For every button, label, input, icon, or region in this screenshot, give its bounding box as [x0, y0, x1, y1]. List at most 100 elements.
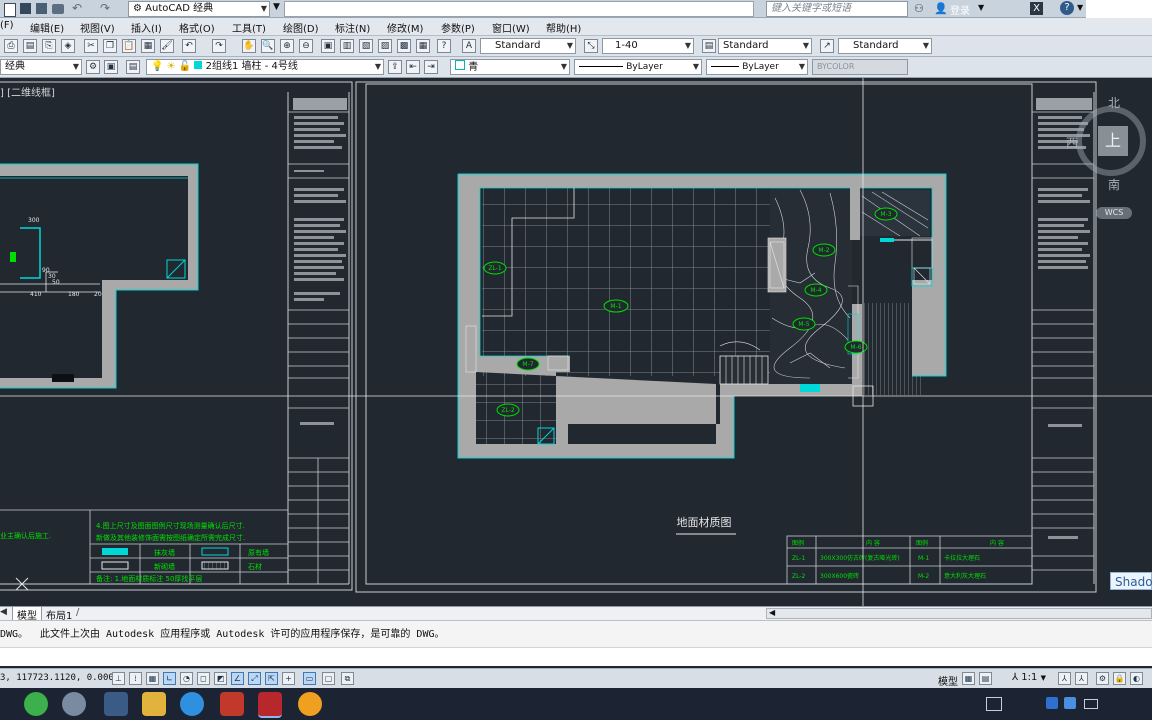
- properties-icon[interactable]: ▣: [321, 39, 335, 53]
- keyboard-icon[interactable]: [1084, 699, 1098, 709]
- media-icon[interactable]: [298, 692, 322, 716]
- annotation-visibility-icon[interactable]: ⅄: [1058, 672, 1071, 685]
- menu-tools[interactable]: 工具(T): [232, 20, 266, 35]
- menu-window[interactable]: 窗口(W): [492, 20, 530, 35]
- tab-nav-arrows[interactable]: ◀: [0, 607, 7, 617]
- workspace-settings-icon[interactable]: ▣: [104, 60, 118, 74]
- transparency-icon[interactable]: ▭: [303, 672, 316, 685]
- publish-icon[interactable]: ⎘: [42, 39, 56, 53]
- pan-icon[interactable]: ✋: [242, 39, 256, 53]
- design-center-icon[interactable]: ▥: [340, 39, 354, 53]
- dim-style-icon[interactable]: ⤡: [584, 39, 598, 53]
- plot-icon[interactable]: ⎙: [4, 39, 18, 53]
- redo-icon[interactable]: ↷: [212, 39, 226, 53]
- lineweight-icon[interactable]: +: [282, 672, 295, 685]
- redo-icon[interactable]: ↷: [100, 1, 110, 15]
- object-snap-icon[interactable]: ◻: [197, 672, 210, 685]
- folder-icon[interactable]: [142, 692, 166, 716]
- horizontal-scrollbar[interactable]: ◀: [766, 608, 1152, 619]
- viewcube[interactable]: 上 北 西 南: [1066, 92, 1152, 202]
- isolate-objects-icon[interactable]: ◐: [1130, 672, 1143, 685]
- wcs-menu[interactable]: WCS: [1096, 207, 1132, 219]
- workspace-short-select[interactable]: 经典 ▼: [0, 59, 82, 75]
- menu-modify[interactable]: 修改(M): [387, 20, 423, 35]
- help-icon[interactable]: ?: [437, 39, 451, 53]
- chevron-down-icon[interactable]: ▼: [978, 3, 984, 12]
- menu-dimension[interactable]: 标注(N): [335, 20, 370, 35]
- menu-insert[interactable]: 插入(I): [131, 20, 162, 35]
- compass-west[interactable]: 西: [1066, 134, 1078, 151]
- sheet-set-icon[interactable]: ▨: [378, 39, 392, 53]
- quick-view-layouts-icon[interactable]: ▦: [962, 672, 975, 685]
- copy-icon[interactable]: ❐: [103, 39, 117, 53]
- qat-menu-icon[interactable]: ▼: [273, 2, 280, 12]
- app-icon[interactable]: [62, 692, 86, 716]
- cut-icon[interactable]: ✂: [84, 39, 98, 53]
- save-as-icon[interactable]: [36, 3, 47, 14]
- grid-display-icon[interactable]: ▦: [146, 672, 159, 685]
- tray-icon[interactable]: [1046, 697, 1058, 709]
- menu-draw[interactable]: 绘图(D): [283, 20, 319, 35]
- multileader-style-select[interactable]: Standard ▼: [838, 38, 932, 54]
- infer-constraints-icon[interactable]: ⊥: [112, 672, 125, 685]
- drawing-area[interactable]: ] [二维线框] 300 410 180 30 90 20 50 业主确认后施工…: [0, 78, 1152, 606]
- undo-icon[interactable]: ↶: [182, 39, 196, 53]
- model-space-toggle[interactable]: 模型: [938, 673, 958, 688]
- color-select[interactable]: 青 ▼: [450, 59, 570, 75]
- lock-ui-icon[interactable]: 🔒: [1113, 672, 1126, 685]
- lineweight-select[interactable]: ByLayer ▼: [706, 59, 808, 75]
- coordinates-readout[interactable]: 3, 117723.1120, 0.0000: [0, 673, 119, 683]
- user-icon[interactable]: 👤: [934, 2, 948, 15]
- quick-view-drawings-icon[interactable]: ▤: [979, 672, 992, 685]
- quick-properties-icon[interactable]: ▢: [322, 672, 335, 685]
- table-style-icon[interactable]: ▤: [702, 39, 716, 53]
- workspace-select[interactable]: ⚙ AutoCAD 经典 ▼: [128, 1, 270, 17]
- text-style-icon[interactable]: A: [462, 39, 476, 53]
- notification-icon[interactable]: [986, 697, 1002, 711]
- zoom-previous-icon[interactable]: ⊖: [299, 39, 313, 53]
- auto-scale-icon[interactable]: ⅄: [1075, 672, 1088, 685]
- compass-north[interactable]: 北: [1108, 94, 1120, 111]
- search-input[interactable]: 键入关键字或短语: [766, 1, 908, 17]
- dynamic-input-icon[interactable]: ⇱: [265, 672, 278, 685]
- text-style-select[interactable]: Standard ▼: [480, 38, 576, 54]
- paste-icon[interactable]: 📋: [122, 39, 136, 53]
- layer-properties-icon[interactable]: ▤: [126, 60, 140, 74]
- dynamic-ucs-icon[interactable]: ⤢: [248, 672, 261, 685]
- 3d-print-icon[interactable]: ◈: [61, 39, 75, 53]
- paste-special-icon[interactable]: ▦: [141, 39, 155, 53]
- binoculars-icon[interactable]: ⚇: [914, 2, 924, 15]
- new-file-icon[interactable]: [4, 3, 16, 17]
- compass-south[interactable]: 南: [1108, 176, 1120, 193]
- save-icon[interactable]: [20, 3, 31, 14]
- tray-icon[interactable]: [1064, 697, 1076, 709]
- dim-style-select[interactable]: 1-40 ▼: [602, 38, 694, 54]
- object-snap-tracking-icon[interactable]: ∠: [231, 672, 244, 685]
- zoom-window-icon[interactable]: ⊕: [280, 39, 294, 53]
- browser-icon[interactable]: [24, 692, 48, 716]
- menu-file[interactable]: (F): [0, 20, 14, 31]
- annotation-scale[interactable]: ⅄ 1:1 ▼: [1012, 672, 1046, 683]
- zoom-realtime-icon[interactable]: 🔍: [261, 39, 275, 53]
- menu-help[interactable]: 帮助(H): [546, 20, 581, 35]
- layer-select[interactable]: 💡 ☀ 🔓 2组线1 墙柱 - 4号线 ▼: [146, 59, 384, 75]
- pen-icon[interactable]: [220, 692, 244, 716]
- snap-mode-icon[interactable]: ⁞: [129, 672, 142, 685]
- markup-icon[interactable]: ▩: [397, 39, 411, 53]
- 3d-object-snap-icon[interactable]: ◩: [214, 672, 227, 685]
- ortho-mode-icon[interactable]: ∟: [163, 672, 176, 685]
- app-icon[interactable]: [180, 692, 204, 716]
- plot-preview-icon[interactable]: ▤: [23, 39, 37, 53]
- menu-format[interactable]: 格式(O): [179, 20, 215, 35]
- chevron-down-icon[interactable]: ▼: [1077, 3, 1083, 12]
- linetype-select[interactable]: ByLayer ▼: [574, 59, 702, 75]
- selection-cycling-icon[interactable]: ⧉: [341, 672, 354, 685]
- multileader-style-icon[interactable]: ↗: [820, 39, 834, 53]
- layer-states-icon[interactable]: ⇥: [424, 60, 438, 74]
- menu-view[interactable]: 视图(V): [80, 20, 115, 35]
- scroll-left-icon[interactable]: ◀: [769, 608, 775, 617]
- print-icon[interactable]: [52, 4, 64, 14]
- exchange-icon[interactable]: X: [1030, 2, 1043, 15]
- table-style-select[interactable]: Standard ▼: [718, 38, 812, 54]
- autocad-icon[interactable]: [258, 692, 282, 718]
